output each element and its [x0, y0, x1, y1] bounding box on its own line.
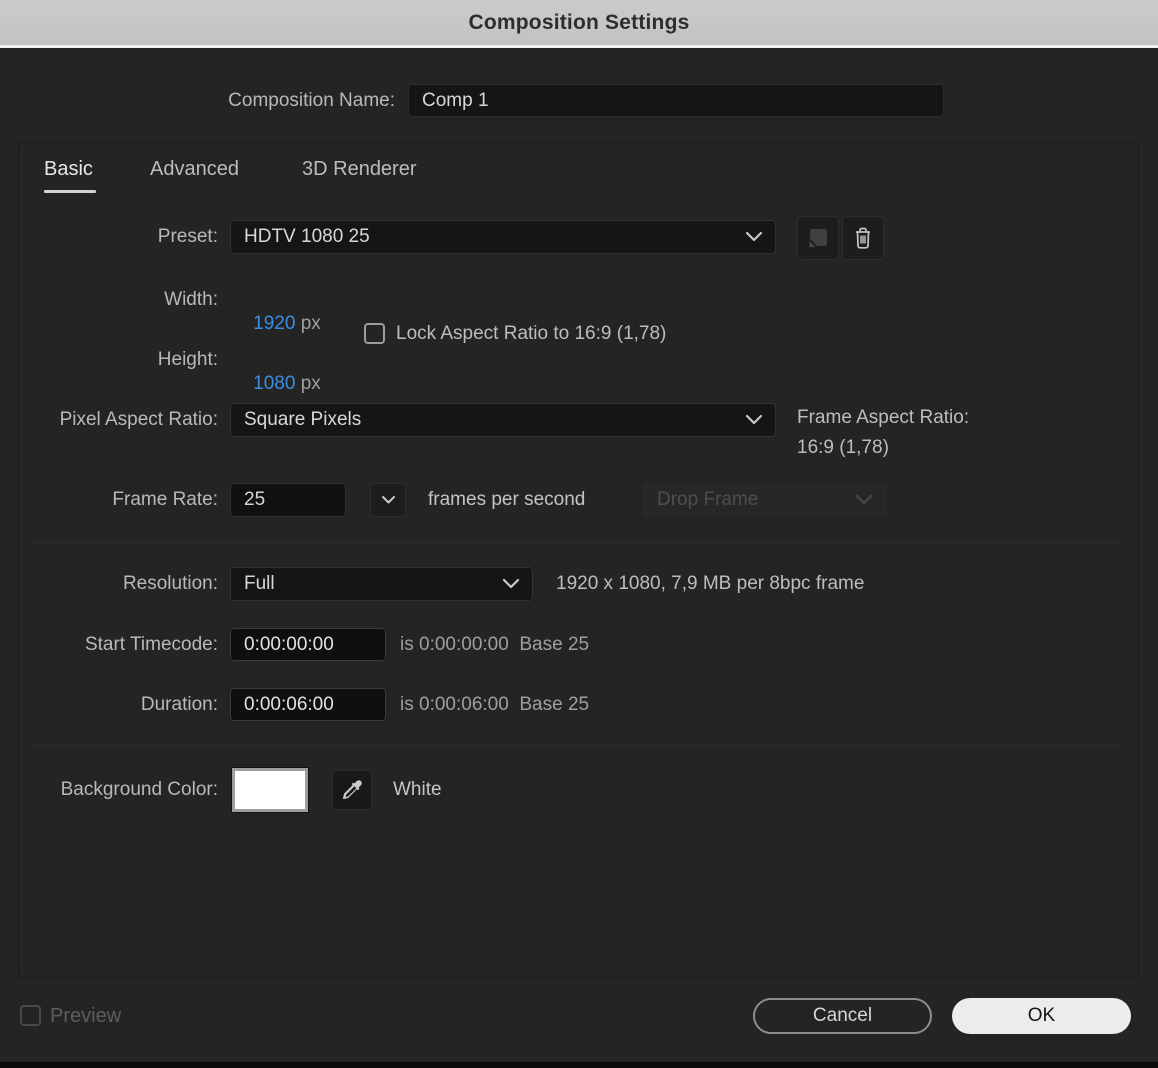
width-label: Width: [164, 289, 218, 310]
composition-settings-dialog: Composition Settings Composition Name: C… [0, 0, 1158, 1068]
cancel-button[interactable]: Cancel [753, 998, 932, 1034]
duration-label: Duration: [140, 694, 218, 715]
height-unit: px [300, 373, 321, 394]
start-timecode-label: Start Timecode: [84, 634, 218, 655]
chevron-down-icon [381, 495, 396, 505]
frame-rate-value: 25 [244, 489, 266, 510]
preset-dropdown[interactable]: HDTV 1080 25 [230, 220, 776, 254]
background-color-swatch[interactable] [231, 767, 309, 813]
start-timecode-info: is 0:00:00:00 Base 25 [400, 634, 590, 655]
active-tab-underline [44, 190, 96, 193]
resolution-dropdown[interactable]: Full [230, 567, 533, 601]
duration-value: 0:00:06:00 [244, 693, 334, 715]
drop-frame-dropdown: Drop Frame [643, 483, 886, 517]
width-unit: px [300, 313, 321, 334]
duration-input[interactable]: 0:00:06:00 [230, 688, 386, 721]
pixel-aspect-ratio-dropdown[interactable]: Square Pixels [230, 403, 776, 437]
preview-label: Preview [50, 1005, 122, 1027]
frames-per-second-label: frames per second [428, 489, 586, 510]
frame-rate-label: Frame Rate: [112, 489, 218, 510]
tab-advanced[interactable]: Advanced [150, 158, 239, 181]
window-bottom-edge [0, 1062, 1158, 1068]
delete-preset-button[interactable] [842, 216, 884, 260]
tab-3d-renderer[interactable]: 3D Renderer [302, 158, 417, 181]
frame-rate-input[interactable]: 25 [230, 483, 346, 517]
resolution-label: Resolution: [122, 573, 218, 594]
chevron-down-icon [855, 494, 873, 506]
eyedropper-button[interactable] [332, 770, 372, 810]
lock-aspect-checkbox[interactable] [364, 323, 385, 344]
resolution-value: Full [244, 573, 275, 594]
frame-rate-dropdown-button[interactable] [370, 483, 406, 517]
pixel-aspect-ratio-label: Pixel Aspect Ratio: [59, 409, 218, 430]
resolution-info: 1920 x 1080, 7,9 MB per 8bpc frame [556, 573, 865, 594]
tab-basic[interactable]: Basic [44, 158, 93, 181]
section-divider [35, 745, 1124, 746]
height-label: Height: [157, 349, 218, 370]
lock-aspect-label: Lock Aspect Ratio to 16:9 (1,78) [396, 323, 667, 344]
frame-aspect-ratio-value: 16:9 (1,78) [797, 437, 889, 458]
frame-aspect-ratio-label: Frame Aspect Ratio: [797, 407, 970, 428]
chevron-down-icon [502, 578, 520, 590]
start-timecode-input[interactable]: 0:00:00:00 [230, 628, 386, 661]
background-color-name: White [393, 779, 442, 800]
dialog-titlebar: Composition Settings [0, 0, 1158, 48]
new-preset-icon [806, 226, 830, 250]
section-divider [35, 542, 1124, 543]
composition-name-input[interactable]: Comp 1 [408, 84, 944, 117]
height-value[interactable]: 1080 [253, 373, 295, 394]
composition-name-label: Composition Name: [228, 90, 395, 111]
eyedropper-icon [340, 778, 364, 802]
save-preset-button[interactable] [797, 216, 839, 260]
chevron-down-icon [745, 231, 763, 243]
dialog-title: Composition Settings [468, 10, 690, 34]
preview-checkbox [20, 1005, 41, 1026]
preset-value: HDTV 1080 25 [244, 226, 370, 247]
width-value[interactable]: 1920 [253, 313, 295, 334]
composition-name-value: Comp 1 [422, 89, 489, 111]
start-timecode-value: 0:00:00:00 [244, 633, 334, 655]
ok-button[interactable]: OK [952, 998, 1131, 1034]
background-color-label: Background Color: [60, 779, 218, 800]
chevron-down-icon [745, 414, 763, 426]
pixel-aspect-ratio-value: Square Pixels [244, 409, 362, 430]
settings-panel [18, 142, 1139, 978]
drop-frame-value: Drop Frame [657, 489, 759, 510]
trash-icon [851, 225, 875, 251]
duration-info: is 0:00:06:00 Base 25 [400, 694, 590, 715]
preset-label: Preset: [157, 226, 218, 247]
